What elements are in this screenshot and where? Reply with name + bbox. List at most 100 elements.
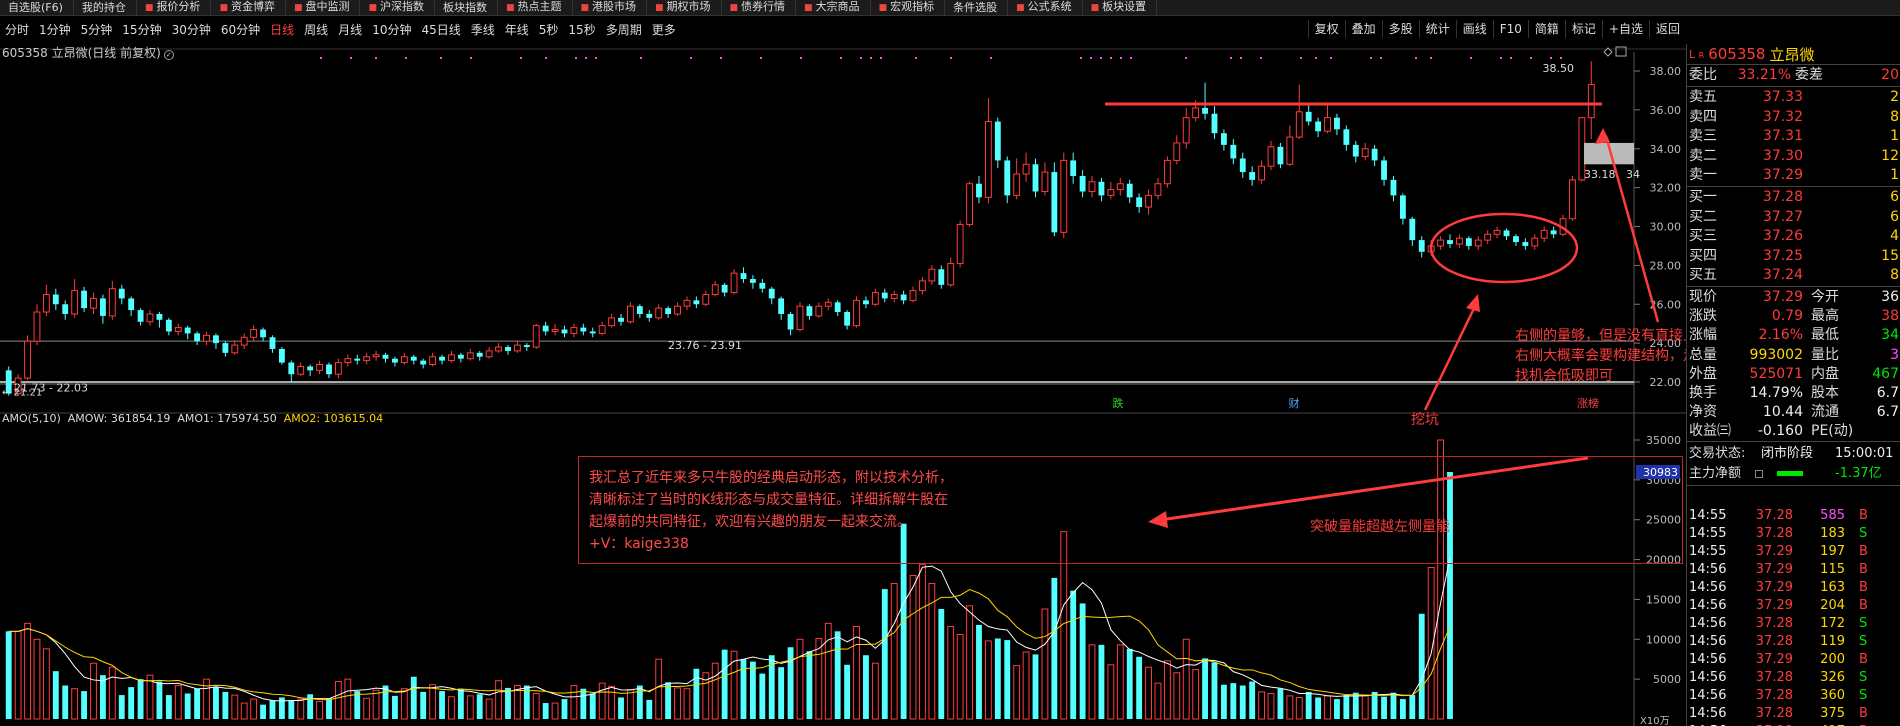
ask-label: 卖二 (1689, 147, 1717, 164)
volume-bar (81, 691, 87, 719)
candle-body (1587, 84, 1595, 119)
candle-body (1540, 229, 1548, 239)
candle (1277, 142, 1284, 169)
tool-button-7[interactable]: 标记 (1564, 20, 1602, 38)
period-tab-9[interactable]: 10分钟 (367, 21, 416, 38)
bid-price: 37.24 (1762, 267, 1803, 283)
period-tab-3[interactable]: 15分钟 (117, 21, 166, 38)
candle (1569, 175, 1576, 221)
candle-body (1154, 183, 1162, 196)
candle (382, 352, 389, 363)
candle-body (146, 313, 154, 323)
price-axis-label: 34.00 (1650, 143, 1682, 156)
candle (485, 347, 493, 359)
tool-button-8[interactable]: +自选 (1601, 20, 1649, 38)
period-tab-16[interactable]: 更多 (647, 21, 681, 38)
candle-body (561, 329, 568, 334)
period-tab-15[interactable]: 多周期 (601, 21, 647, 38)
volume-bar (118, 695, 125, 719)
tool-button-4[interactable]: 画线 (1455, 20, 1493, 38)
candle (683, 296, 691, 311)
candle-body (288, 362, 295, 375)
candle-body (1437, 239, 1444, 247)
volume-bar (222, 691, 229, 719)
volume-bar (99, 675, 106, 719)
tool-button-6[interactable]: 简籍 (1527, 20, 1565, 38)
candle (1361, 142, 1369, 161)
volume-bar (505, 687, 511, 719)
tick-volume: 375 (1820, 706, 1845, 721)
candle-body (1305, 111, 1312, 122)
tool-button-2[interactable]: 多股 (1381, 20, 1419, 38)
tool-button-9[interactable]: 返回 (1648, 20, 1686, 38)
candle (759, 278, 766, 293)
check-circle-icon[interactable]: ✓ (163, 50, 174, 60)
signal-dot (1300, 57, 1302, 59)
volume-bar (457, 688, 464, 719)
period-tab-11[interactable]: 季线 (466, 21, 500, 38)
candle (1220, 129, 1227, 151)
candle-body (363, 356, 371, 362)
tool-button-1[interactable]: 叠加 (1344, 20, 1382, 38)
volume-bar (52, 671, 59, 719)
tool-button-3[interactable]: 统计 (1418, 20, 1456, 38)
tick-list[interactable]: 14:55 37.28 585 B 14:55 37.28 183 S 14:55 37.29 19… (1687, 507, 1900, 726)
period-tab-8[interactable]: 月线 (333, 21, 367, 38)
volume-bar (1098, 644, 1105, 719)
period-tab-12[interactable]: 年线 (500, 21, 534, 38)
period-tab-7[interactable]: 周线 (299, 21, 333, 38)
volume-bar (1409, 695, 1416, 719)
volume-bar (1295, 696, 1303, 720)
tick-side: B (1859, 580, 1868, 595)
period-tab-14[interactable]: 15秒 (563, 21, 600, 38)
amo-name[interactable]: AMO(5,10) (2, 412, 61, 425)
stat-label: PE(动) (1811, 423, 1854, 440)
ask-row: 卖一 37.29 1 (1687, 166, 1900, 185)
candle (947, 257, 955, 287)
period-tab-2[interactable]: 5分钟 (76, 21, 118, 38)
candle-body (1522, 242, 1529, 246)
tick-price: 37.28 (1755, 616, 1793, 631)
signal-dot (860, 57, 862, 59)
period-tab-4[interactable]: 30分钟 (167, 21, 216, 38)
signal-dot (440, 57, 442, 59)
flow-toggle-icon[interactable] (1755, 470, 1763, 478)
volume-bar (956, 634, 964, 720)
volume-bar (853, 626, 860, 720)
candle (787, 312, 794, 336)
candle (1032, 158, 1039, 198)
candle-body (532, 325, 540, 348)
volume-bar (1239, 685, 1246, 719)
volume-bar (42, 648, 50, 720)
info-line: 清晰标注了当时的K线形态与成交量特征。详细拆解牛股在 (589, 492, 949, 508)
period-tab-10[interactable]: 45日线 (416, 21, 465, 38)
kline-chart[interactable]: 38.0036.0034.0032.0030.0028.0026.0024.00… (0, 0, 1686, 726)
candle (1098, 177, 1105, 202)
candle-body (1173, 142, 1181, 161)
period-tab-5[interactable]: 60分钟 (216, 21, 265, 38)
period-tab-13[interactable]: 5秒 (534, 21, 564, 38)
candle (297, 362, 305, 377)
candle-body (1145, 194, 1152, 208)
tick-row: 14:56 37.29 200 B (1687, 651, 1900, 669)
volume-bar (165, 695, 172, 719)
period-tab-6[interactable]: 日线 (265, 21, 299, 38)
candle (62, 300, 69, 320)
candle (118, 284, 125, 305)
tick-row: 14:55 37.29 197 B (1687, 543, 1900, 561)
volume-bar (334, 681, 342, 720)
signal-dot (1500, 57, 1502, 59)
tool-button-5[interactable]: F10 (1492, 20, 1528, 38)
volume-bar (1182, 638, 1190, 720)
volume-bar (1136, 656, 1143, 719)
period-tab-0[interactable]: 分时 (0, 21, 34, 38)
stat-label: 最低 (1811, 327, 1839, 344)
stat-row: 总量 993002 量比 3 (1687, 346, 1900, 365)
period-tab-1[interactable]: 1分钟 (34, 21, 76, 38)
stat-label: 总量 (1689, 346, 1717, 363)
volume-bar (863, 655, 869, 719)
promo-info-box: 我汇总了近年来多只牛股的经典启动形态，附以技术分析， 清晰标注了当时的K线形态与… (578, 456, 1683, 564)
candle (1173, 135, 1181, 165)
candle-body (1267, 146, 1275, 167)
tool-button-0[interactable]: 复权 (1307, 20, 1345, 38)
